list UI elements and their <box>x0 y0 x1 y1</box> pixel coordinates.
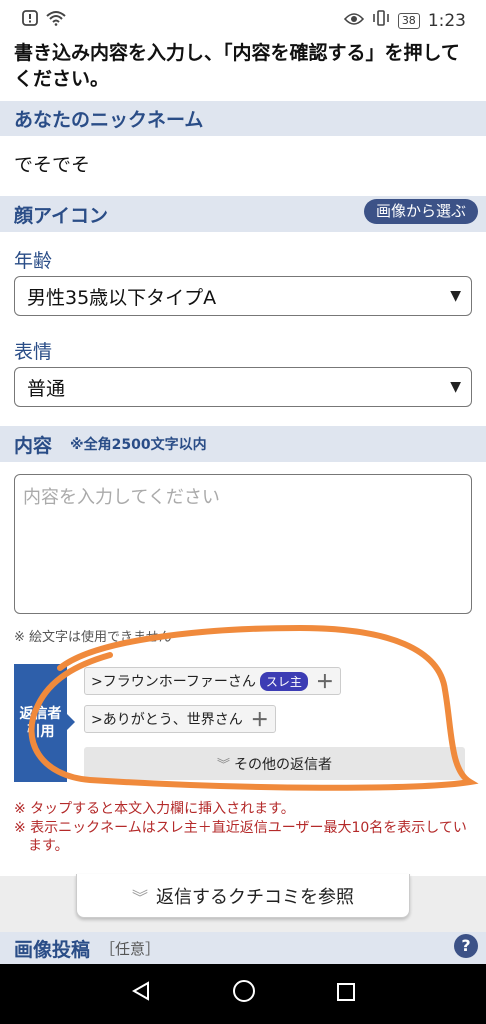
content-limit-note: ※全角2500文字以内 <box>70 437 207 453</box>
reply-label-pointer <box>67 714 75 730</box>
back-icon[interactable] <box>130 980 152 1008</box>
dropdown-arrow-icon: ▼ <box>450 379 461 395</box>
battery-icon: 38 <box>397 12 420 29</box>
reply-label-line2: 引用 <box>26 724 55 740</box>
age-select[interactable]: 男性35歳以下タイプA ▼ <box>14 276 472 316</box>
expression-label: 表情 <box>14 341 53 363</box>
eye-icon <box>343 11 364 31</box>
expression-select[interactable]: 普通 ▼ <box>14 367 472 407</box>
content-section-header: 内容 ※全角2500文字以内 <box>0 426 486 462</box>
android-nav-bar <box>0 964 486 1024</box>
home-icon[interactable] <box>232 979 256 1009</box>
thread-owner-badge: スレ主 <box>259 671 308 691</box>
reply-label-line1: 返信者 <box>19 706 62 722</box>
image-post-title: 画像投稿 <box>14 938 91 961</box>
instruction-text: 書き込み内容を入力し、「内容を確認する」を押してください。 <box>14 42 460 90</box>
reply-note-display: ※ 表示ニックネームはスレ主＋直近返信ユーザー最大10名を表示しています。 <box>14 820 467 854</box>
image-post-section-header: 画像投稿 ［任意］ <box>0 932 486 964</box>
status-bar: 38 1:23 <box>0 0 486 40</box>
nickname-section-header: あなたのニックネーム <box>0 101 486 136</box>
content-section-title: 内容 <box>14 434 53 457</box>
plus-icon: ＋ <box>250 710 269 731</box>
age-select-value: 男性35歳以下タイプA <box>27 286 217 309</box>
expression-select-value: 普通 <box>27 377 66 400</box>
reply-chip-user[interactable]: >ありがとう、世界さん ＋ <box>84 705 276 733</box>
nickname-value: でそでそ <box>14 154 91 176</box>
reply-quote-label: 返信者 引用 <box>14 664 67 782</box>
nickname-section-title: あなたのニックネーム <box>14 109 204 131</box>
content-placeholder: 内容を入力してください <box>23 487 220 508</box>
alert-icon <box>22 10 38 30</box>
choose-image-button[interactable]: 画像から選ぶ <box>363 199 478 224</box>
face-icon-section-title: 顔アイコン <box>14 204 109 227</box>
other-repliers-button[interactable]: ︾ その他の返信者 <box>84 747 465 780</box>
reply-chip-thread-owner[interactable]: >フラウンホーファーさん スレ主 ＋ <box>84 667 341 695</box>
reply-chip-name: >フラウンホーファーさん <box>91 674 256 690</box>
vibrate-icon <box>372 10 390 31</box>
view-reply-review-label: 返信するクチコミを参照 <box>156 886 354 908</box>
reply-note-tap: ※ タップすると本文入力欄に挿入されます。 <box>14 801 295 817</box>
clock: 1:23 <box>427 10 466 31</box>
dropdown-arrow-icon: ▼ <box>450 288 461 304</box>
emoji-note: ※ 絵文字は使用できません <box>14 630 172 645</box>
wifi-icon <box>46 10 66 30</box>
recents-icon[interactable] <box>336 980 356 1008</box>
image-post-optional: ［任意］ <box>100 939 161 958</box>
reply-chip-name: >ありがとう、世界さん <box>91 712 243 728</box>
age-label: 年齢 <box>14 250 53 272</box>
double-chevron-down-icon: ︾ <box>216 758 230 773</box>
help-icon[interactable]: ? <box>454 934 478 958</box>
other-repliers-label: その他の返信者 <box>234 756 332 773</box>
double-chevron-down-icon: ︾ <box>131 887 148 907</box>
plus-icon: ＋ <box>315 672 334 693</box>
content-textarea[interactable]: 内容を入力してください <box>14 474 472 614</box>
view-reply-review-button[interactable]: ︾ 返信するクチコミを参照 <box>76 874 410 918</box>
